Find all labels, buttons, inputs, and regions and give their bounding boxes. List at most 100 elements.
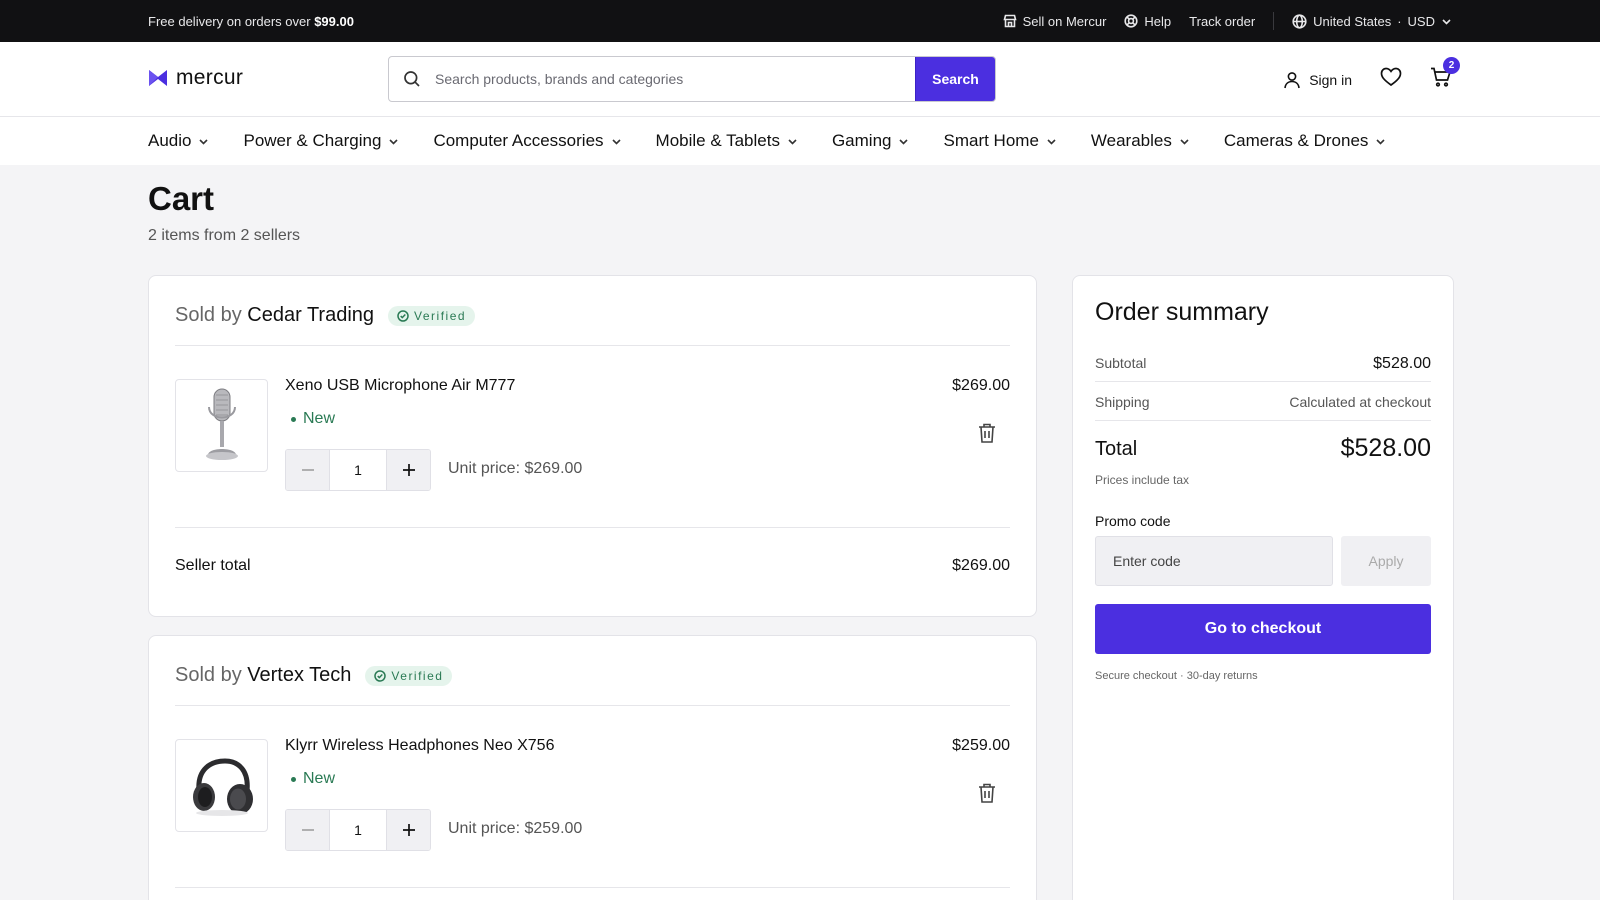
subtotal-label: Subtotal	[1095, 355, 1147, 371]
help-icon	[1124, 14, 1139, 28]
category-computer-accessories[interactable]: Computer Accessories	[433, 131, 621, 151]
category-audio[interactable]: Audio	[148, 131, 209, 151]
logo[interactable]: mercur	[148, 66, 243, 90]
currency-label: USD	[1407, 13, 1435, 29]
category-label: Mobile & Tablets	[655, 131, 780, 150]
chevron-down-icon	[788, 138, 797, 145]
cart-subtitle: 2 items from 2 sellers	[148, 227, 301, 244]
subtotal-value: $528.00	[1373, 355, 1431, 372]
help-link[interactable]: Help	[1124, 14, 1171, 29]
check-circle-icon	[374, 669, 387, 682]
promo-code-input[interactable]	[1095, 536, 1333, 586]
category-gaming[interactable]: Gaming	[832, 131, 910, 151]
category-smart-home[interactable]: Smart Home	[943, 131, 1056, 151]
user-icon	[1284, 71, 1300, 88]
category-label: Wearables	[1090, 131, 1172, 150]
promo-text: Free delivery on orders over	[148, 14, 315, 29]
microphone-image	[205, 388, 238, 460]
chevron-down-icon	[1180, 138, 1189, 145]
divider	[175, 527, 1010, 528]
region-separator: ·	[1397, 13, 1402, 29]
category-label: Audio	[148, 131, 192, 150]
quantity-value[interactable]: 1	[329, 450, 387, 490]
divider	[175, 705, 1010, 706]
free-delivery-banner: Free delivery on orders over $99.00	[148, 14, 354, 29]
product-name[interactable]: Xeno USB Microphone Air M777	[285, 377, 515, 395]
sell-label: Sell on Mercur	[1022, 13, 1107, 29]
sign-in-button[interactable]: Sign in	[1283, 71, 1352, 89]
seller-card-cedar-trading: Sold by Cedar Trading Verified Xeno USB …	[148, 275, 1037, 617]
verified-badge: Verified	[388, 305, 476, 326]
decrease-quantity-button[interactable]	[286, 450, 329, 490]
seller-name[interactable]: Cedar Trading	[247, 304, 374, 326]
category-label: Power & Charging	[243, 131, 382, 150]
divider	[175, 887, 1010, 888]
seller-total-label: Seller total	[175, 557, 251, 574]
seller-card-vertex-tech: Sold by Vertex Tech Verified Klyrr Wirel…	[148, 635, 1037, 900]
divider	[175, 345, 1010, 346]
category-power-charging[interactable]: Power & Charging	[243, 131, 399, 151]
trash-icon	[979, 423, 995, 443]
verified-label: Verified	[414, 308, 467, 323]
top-bar: Free delivery on orders over $99.00 Sell…	[0, 0, 1600, 42]
category-mobile-tablets[interactable]: Mobile & Tablets	[656, 131, 798, 151]
checkout-button[interactable]: Go to checkout	[1095, 604, 1431, 654]
quantity-stepper: 1	[285, 449, 431, 491]
category-label: Smart Home	[943, 131, 1039, 150]
product-thumbnail[interactable]	[175, 379, 268, 472]
search-bar: Search	[388, 56, 996, 102]
increase-quantity-button[interactable]	[387, 450, 430, 490]
sold-by-label: Sold by	[175, 304, 242, 326]
item-price: $269.00	[952, 377, 1010, 394]
page-title: Cart	[148, 180, 215, 217]
increase-quantity-button[interactable]	[387, 810, 430, 850]
plus-icon	[402, 464, 415, 476]
category-cameras-drones[interactable]: Cameras & Drones	[1224, 131, 1387, 151]
help-label: Help	[1144, 13, 1172, 29]
chevron-down-icon	[389, 138, 399, 145]
verified-label: Verified	[391, 668, 444, 683]
divider	[1095, 420, 1431, 421]
category-label: Cameras & Drones	[1223, 131, 1369, 150]
remove-item-button[interactable]	[978, 423, 996, 448]
condition-label: New	[303, 410, 336, 427]
seller-name[interactable]: Vertex Tech	[247, 664, 351, 686]
order-summary: Order summary Subtotal $528.00 Shipping …	[1072, 275, 1454, 900]
unit-price: Unit price: $269.00	[448, 460, 583, 477]
product-condition: New	[291, 770, 335, 788]
plus-icon	[402, 824, 415, 836]
track-order-link[interactable]: Track order	[1189, 14, 1255, 29]
category-label: Computer Accessories	[433, 131, 604, 150]
search-button[interactable]: Search	[915, 57, 995, 101]
headphones-image	[192, 757, 253, 816]
check-circle-icon	[397, 309, 409, 322]
seller-total-value: $269.00	[952, 557, 1010, 574]
product-condition: New	[291, 410, 335, 428]
decrease-quantity-button[interactable]	[286, 810, 329, 850]
cart-button[interactable]: 2	[1430, 57, 1460, 92]
total-value: $528.00	[1340, 434, 1431, 462]
status-dot	[291, 776, 296, 782]
region-selector[interactable]: United States · USD	[1292, 14, 1452, 29]
shipping-row: Shipping Calculated at checkout	[1095, 394, 1431, 410]
seller-header: Sold by Vertex Tech Verified	[175, 664, 453, 687]
search-input[interactable]	[435, 57, 915, 101]
summary-title: Order summary	[1095, 298, 1269, 326]
wishlist-button[interactable]	[1380, 67, 1402, 92]
logo-text: mercur	[176, 66, 244, 89]
main-header: mercur Search Sign in 2	[0, 42, 1600, 117]
search-icon	[389, 57, 435, 101]
trash-icon	[979, 783, 995, 803]
product-thumbnail[interactable]	[175, 739, 268, 832]
category-nav: Audio Power & Charging Computer Accessor…	[0, 117, 1600, 165]
divider	[1273, 12, 1275, 30]
shipping-value: Calculated at checkout	[1289, 394, 1431, 410]
region-label: United States	[1313, 13, 1392, 29]
quantity-value[interactable]: 1	[329, 810, 387, 850]
remove-item-button[interactable]	[978, 783, 996, 808]
sell-on-mercur-link[interactable]: Sell on Mercur	[1003, 13, 1107, 29]
chevron-down-icon	[199, 138, 209, 145]
product-name[interactable]: Klyrr Wireless Headphones Neo X756	[285, 737, 554, 755]
apply-promo-button[interactable]: Apply	[1341, 536, 1431, 586]
category-wearables[interactable]: Wearables	[1091, 131, 1190, 151]
